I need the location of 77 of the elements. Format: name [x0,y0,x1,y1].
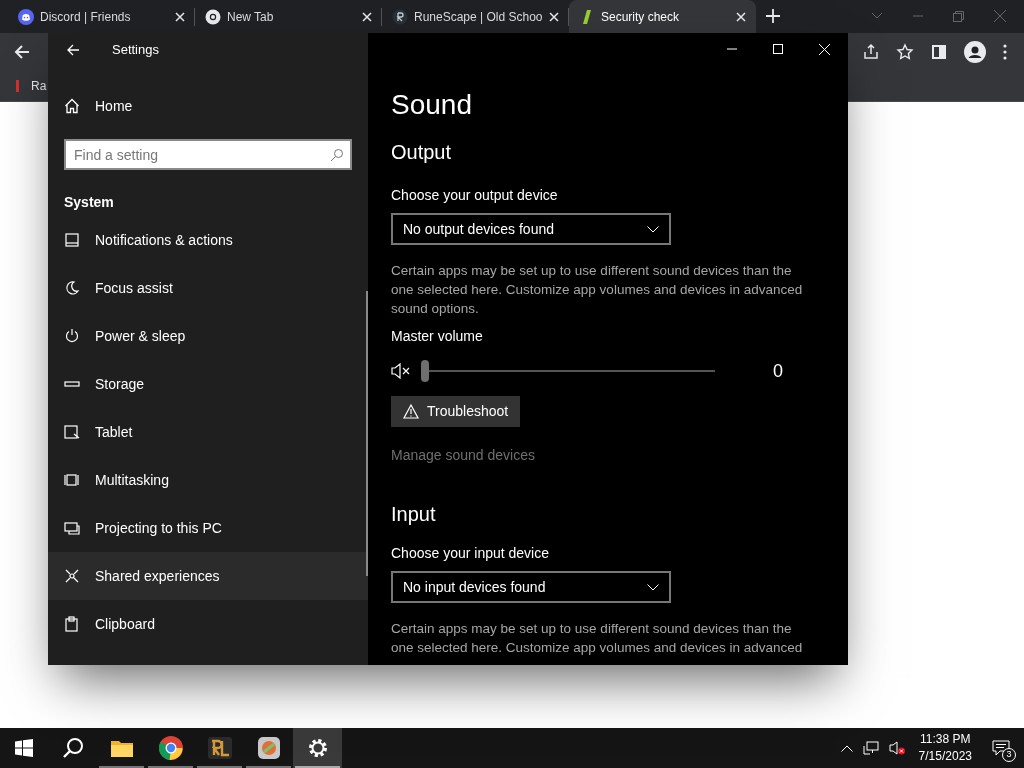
search-field[interactable]: Find a setting [64,139,352,170]
field-label: Choose your input device [391,544,550,563]
muted-speaker-icon[interactable] [888,741,905,755]
field-label: Choose your output device [391,186,559,205]
menu-icon[interactable] [1002,42,1008,61]
nav-item[interactable]: Multitasking [48,456,368,504]
moon-icon [64,280,80,296]
slider-thumb[interactable] [421,360,429,382]
nav-item[interactable]: Shared experiences [48,552,368,600]
multitasking-icon [64,472,80,488]
page-title: Sound [391,88,473,122]
power-icon [64,328,80,344]
window-title: Settings [112,40,159,59]
share-icon[interactable] [862,42,880,61]
network-nodes-icon [64,568,80,584]
scrollbar[interactable] [366,291,368,576]
clock-date[interactable]: 7/15/2023 [918,748,972,765]
chrome-icon [205,8,221,25]
volume-reading: 0 [773,359,783,383]
folder-icon [110,739,133,757]
notification-icon [64,232,80,248]
projector-icon [64,520,80,536]
nav-item[interactable]: Tablet [48,408,368,456]
chrome-icon [158,736,183,760]
bookmark-icon [16,79,19,92]
app-icon [257,737,280,759]
nav-item[interactable]: Notifications & actions [48,216,368,264]
chevron-down-icon [647,583,659,591]
discord-icon [18,8,34,25]
chevron-up-icon[interactable] [840,744,853,752]
input-device-dropdown[interactable]: No input devices found [391,571,671,603]
home-link[interactable]: Home [95,95,133,117]
chevron-down-icon [647,225,659,233]
troubleshoot-button[interactable]: Troubleshoot [391,396,521,427]
section-heading: System [63,193,115,212]
profile-icon[interactable] [964,40,986,63]
back-icon[interactable] [66,42,80,57]
bookmark[interactable]: Ra [16,76,47,95]
clipboard-icon [64,616,80,632]
nav-item[interactable]: Storage [48,360,368,408]
chevron-down-icon[interactable] [871,12,883,20]
volume-slider-track[interactable] [421,359,715,383]
star-icon[interactable] [896,42,914,61]
warning-icon [403,404,419,419]
notification-count: 3 [1002,748,1016,762]
gear-icon [306,737,329,759]
help-text: Certain apps may be set up to use different sound devices than the one selected here. Customize app volumes and devices in advanced [391,620,804,657]
field-label: Master volume [391,327,484,346]
nav-item[interactable]: Projecting to this PC [48,504,368,552]
section-heading: Input [391,502,437,526]
muted-speaker-icon[interactable] [391,363,411,379]
side-panel-icon[interactable] [930,42,948,61]
windows-logo-icon [15,739,33,757]
search-icon [61,737,84,759]
new-tab-icon[interactable] [766,9,780,23]
nav-item[interactable]: Power & sleep [48,312,368,360]
restore-icon[interactable] [953,10,964,22]
browser-tab[interactable]: New Tab [195,0,382,33]
notification-button[interactable]: 3 [978,728,1024,768]
browser-tab[interactable]: Discord | Friends [8,0,195,33]
clock-time[interactable]: 11:38 PM [920,731,971,748]
maximize-icon[interactable] [773,44,783,54]
section-heading: Output [391,140,453,164]
network-icon[interactable] [862,741,879,755]
search-icon[interactable] [330,148,344,162]
letter-r-icon [392,8,408,25]
nav-item[interactable]: Focus assist [48,264,368,312]
browser-tab[interactable]: RuneScape | Old Schoo [382,0,569,33]
notification-icon [992,740,1010,756]
browser-tab[interactable]: Security check [569,0,756,33]
app-icon [207,737,232,759]
output-device-dropdown[interactable]: No output devices found [391,213,671,245]
taskbar-button[interactable] [293,728,342,768]
tablet-icon [64,424,80,440]
nav-item[interactable]: Clipboard [48,600,368,648]
home-icon[interactable] [64,98,80,114]
help-text: Certain apps may be set up to use different sound devices than the one selected here. Customize app volumes and devices in advanced sound options. [391,262,804,318]
